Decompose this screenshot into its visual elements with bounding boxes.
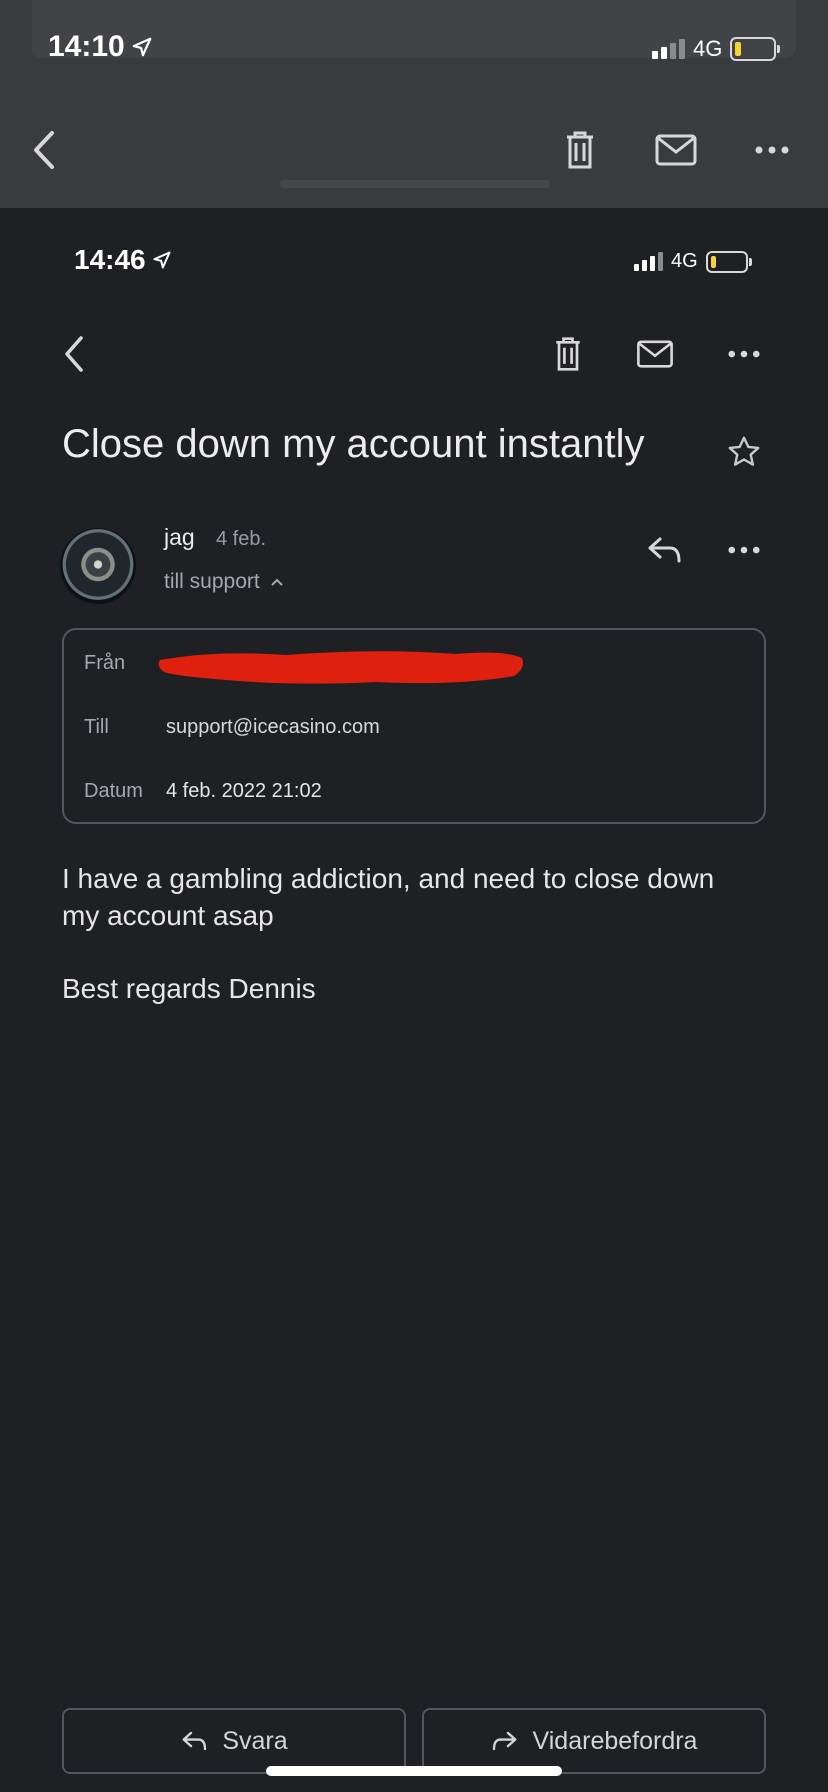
forward-button[interactable]: Vidarebefordra xyxy=(422,1708,766,1774)
battery-icon xyxy=(730,37,781,61)
signal-icon xyxy=(634,252,663,271)
location-arrow-icon xyxy=(153,251,171,269)
chevron-up-icon xyxy=(271,578,283,586)
date-value: 4 feb. 2022 21:02 xyxy=(166,780,322,802)
outer-more-icon[interactable] xyxy=(754,140,790,160)
outer-mail-icon[interactable] xyxy=(654,132,698,168)
email-body-paragraph: I have a gambling addiction, and need to… xyxy=(62,863,715,931)
signal-icon xyxy=(652,39,685,59)
reply-button[interactable]: Svara xyxy=(62,1708,406,1774)
outer-header: 14:10 4G xyxy=(0,0,828,208)
reply-button-label: Svara xyxy=(222,1726,288,1755)
outer-status-right: 4G xyxy=(652,36,781,62)
trash-icon[interactable] xyxy=(550,334,586,374)
outer-back-icon[interactable] xyxy=(24,126,64,174)
inner-status-right: 4G xyxy=(634,250,752,273)
sender-name: jag xyxy=(164,524,195,550)
reply-icon xyxy=(182,1731,207,1751)
message-more-icon[interactable] xyxy=(726,540,762,560)
email-subject: Close down my account instantly xyxy=(62,422,645,466)
star-icon[interactable] xyxy=(724,432,764,472)
recipient-toggle[interactable]: till support xyxy=(164,570,284,594)
outer-status-time: 14:10 xyxy=(48,30,153,64)
date-label: Datum xyxy=(84,780,143,802)
message-details: Från Till support@icecasino.com Datum 4 … xyxy=(62,628,766,824)
ghost-divider xyxy=(280,180,550,188)
location-arrow-icon xyxy=(132,37,152,57)
to-value: support@icecasino.com xyxy=(166,716,380,738)
outer-trash-icon[interactable] xyxy=(560,128,600,172)
reply-icon[interactable] xyxy=(644,532,684,568)
forward-button-label: Vidarebefordra xyxy=(532,1726,698,1755)
recipient-summary: till support xyxy=(164,570,260,593)
to-label: Till xyxy=(84,716,109,738)
from-label: Från xyxy=(84,652,126,674)
avatar[interactable] xyxy=(60,528,136,604)
inner-status-time: 14:46 xyxy=(74,244,172,276)
back-icon[interactable] xyxy=(56,332,92,376)
more-icon[interactable] xyxy=(726,344,762,364)
forward-icon xyxy=(492,1731,516,1751)
battery-icon xyxy=(705,250,752,273)
mail-icon[interactable] xyxy=(634,338,676,370)
redaction-mark xyxy=(158,651,523,684)
sender-date: 4 feb. xyxy=(216,528,267,550)
home-indicator[interactable] xyxy=(266,1766,562,1776)
email-signature: Best regards Dennis xyxy=(62,973,316,1004)
